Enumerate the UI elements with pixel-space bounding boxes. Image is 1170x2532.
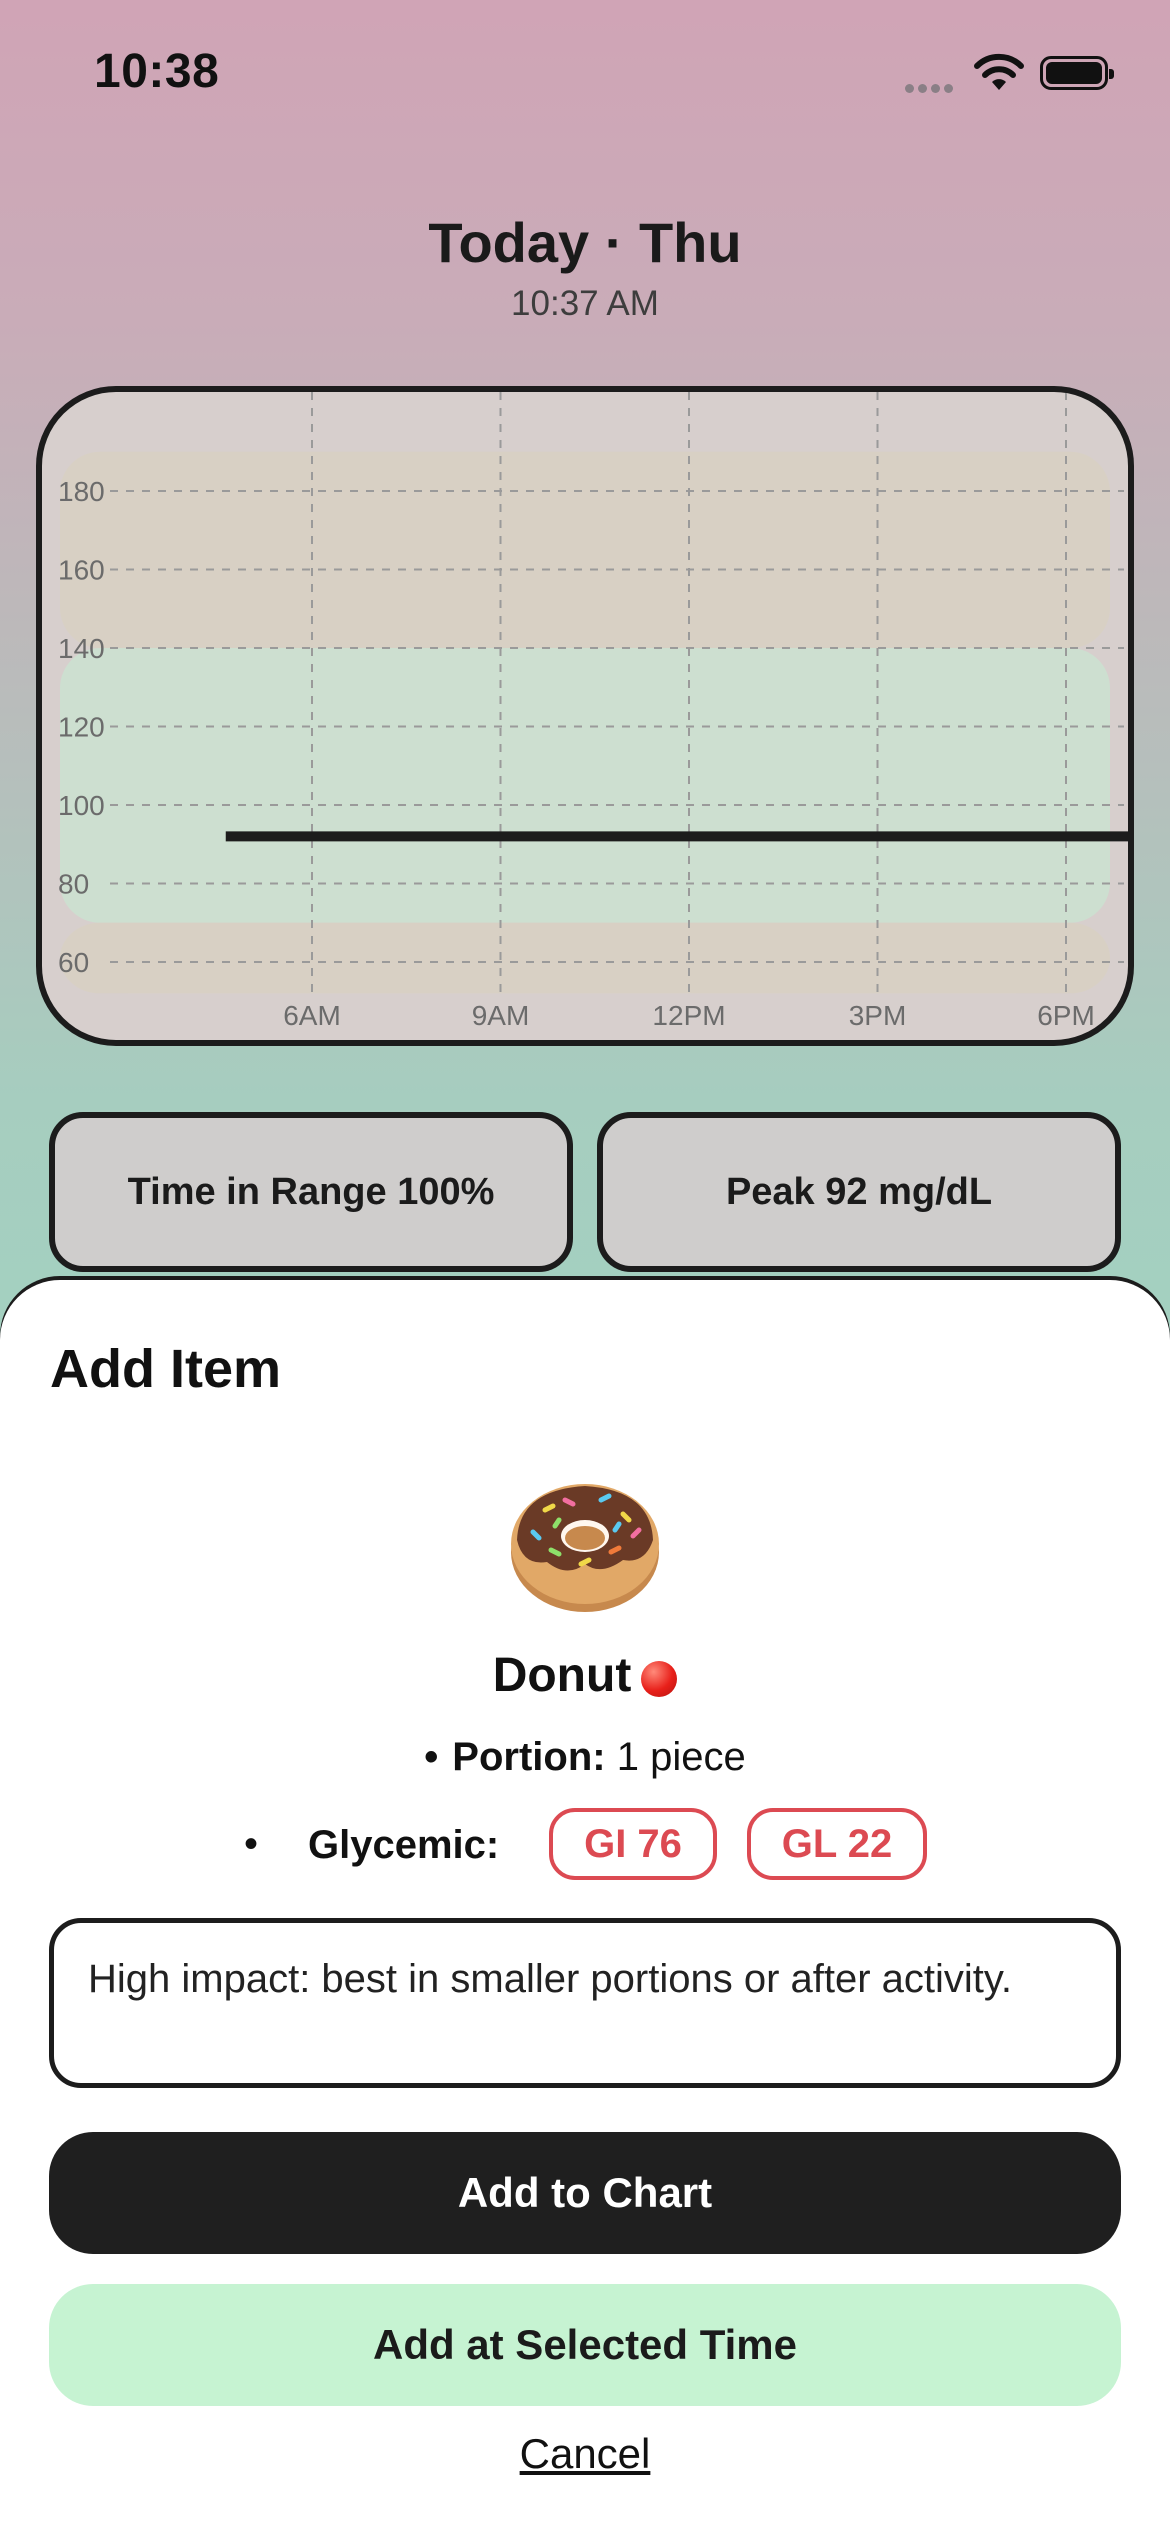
status-bar: 10:38 xyxy=(0,0,1170,150)
portion-row: • Portion: 1 piece xyxy=(0,1735,1170,1780)
add-item-sheet: Add Item Donut • Portion: 1 piece • Glyce… xyxy=(0,1280,1170,2532)
page-title: Today · Thu xyxy=(428,211,742,274)
target-range-band xyxy=(60,648,1110,923)
red-circle-icon xyxy=(641,1661,678,1697)
status-time: 10:38 xyxy=(94,45,220,98)
x-tick-label: 6PM xyxy=(1037,1000,1095,1031)
y-tick-label: 100 xyxy=(58,790,105,821)
glucose-chart[interactable]: 180 160 140 120 100 80 60 6AM 9AM 12PM 3PM 6PM xyxy=(36,386,1134,1046)
sheet-title: Add Item xyxy=(50,1339,282,1399)
y-tick-label: 60 xyxy=(58,947,89,978)
portion-label: Portion: xyxy=(452,1735,606,1779)
wifi-icon xyxy=(974,53,1024,90)
add-at-selected-time-button[interactable]: Add at Selected Time xyxy=(49,2284,1121,2406)
current-time: 10:37 AM xyxy=(511,284,659,323)
glycemic-label: Glycemic: xyxy=(308,1823,500,1867)
cancel-label[interactable]: Cancel xyxy=(520,2430,651,2477)
glycemic-row: • Glycemic: GI 76 GL 22 xyxy=(0,1808,1170,1880)
y-tick-label: 120 xyxy=(58,712,105,743)
x-tick-label: 3PM xyxy=(849,1000,907,1031)
impact-note: High impact: best in smaller portions or… xyxy=(49,1918,1121,2088)
x-tick-label: 12PM xyxy=(652,1000,725,1031)
y-tick-label: 140 xyxy=(58,633,105,664)
low-range-band xyxy=(60,922,1110,994)
x-tick-label: 9AM xyxy=(472,1000,530,1031)
food-name: Donut xyxy=(0,1648,1170,1703)
portion-value: 1 piece xyxy=(616,1735,746,1779)
battery-icon xyxy=(1040,56,1114,90)
chart-svg: 180 160 140 120 100 80 60 6AM 9AM 12PM 3PM 6PM xyxy=(58,392,1128,1031)
y-tick-label: 180 xyxy=(58,476,105,507)
y-tick-label: 160 xyxy=(58,555,105,586)
bullet-icon: • xyxy=(244,1822,259,1866)
cancel-link[interactable]: Cancel xyxy=(0,2430,1170,2478)
high-range-band xyxy=(60,451,1110,648)
gl-badge: GL 22 xyxy=(747,1808,927,1880)
add-to-chart-button[interactable]: Add to Chart xyxy=(49,2132,1121,2254)
x-tick-label: 6AM xyxy=(283,1000,341,1031)
gi-badge: GI 76 xyxy=(549,1808,717,1880)
signal-icon xyxy=(905,80,957,98)
food-name-label: Donut xyxy=(492,1649,632,1702)
bullet-icon: • xyxy=(424,1735,439,1779)
y-tick-label: 80 xyxy=(58,869,89,900)
peak-card[interactable]: Peak 92 mg/dL xyxy=(597,1112,1121,1272)
time-in-range-card[interactable]: Time in Range 100% xyxy=(49,1112,573,1272)
donut-icon xyxy=(511,1484,659,1612)
